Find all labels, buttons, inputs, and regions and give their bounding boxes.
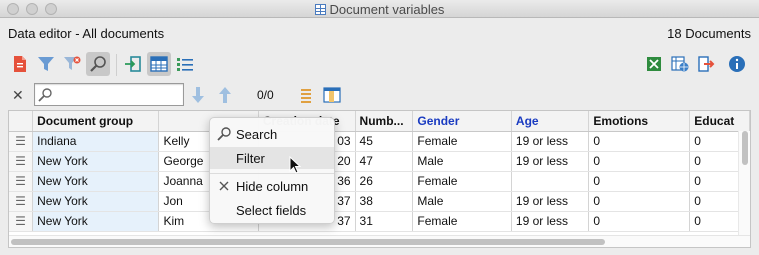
table-cell[interactable]: 0 [588,171,691,192]
table-cell[interactable]: Male [412,191,512,212]
page-title: Data editor - All documents [8,26,165,41]
window-titlebar: Document variables [0,0,759,18]
column-view-icon[interactable] [320,83,344,107]
mouse-cursor-icon [289,156,301,174]
column-header[interactable]: Age [511,111,590,132]
table-cell[interactable]: 0 [588,191,691,212]
export-icon[interactable] [694,52,718,76]
arrow-up-icon[interactable] [213,83,237,107]
table-cell[interactable]: 19 or less [511,151,590,172]
table-row[interactable]: ☰ New York Kim 37 31 Female 19 or less 0… [9,211,750,232]
window-title-text: Document variables [329,2,445,17]
menu-separator [210,173,334,174]
arrow-down-icon[interactable] [186,83,210,107]
table-cell[interactable]: 0 [588,131,691,152]
table-cell[interactable]: 19 or less [511,211,590,232]
column-header[interactable]: Numb... [355,111,414,132]
column-header[interactable]: Document group [32,111,160,132]
data-table: Document group Creation date Numb... Gen… [9,111,750,232]
table-cell[interactable]: 0 [588,151,691,172]
list-view-icon[interactable] [173,52,197,76]
table-cell[interactable]: 19 or less [511,191,590,212]
document-icon[interactable] [8,52,32,76]
table-cell[interactable]: 47 [355,151,414,172]
table-cell[interactable]: Indiana [32,131,160,152]
table-cell[interactable]: New York [32,211,160,232]
clear-filter-icon[interactable] [60,52,84,76]
search-icon[interactable] [86,52,110,76]
table-cell[interactable]: New York [32,191,160,212]
header: Data editor - All documents 18 Documents [8,24,751,42]
table-cell[interactable]: 45 [355,131,414,152]
column-header[interactable] [9,111,34,132]
drag-handle-icon[interactable]: ☰ [9,131,34,152]
table-row[interactable]: ☰ New York Joanna 36 26 Female 0 0 [9,171,750,192]
menu-item-label: Select fields [236,203,307,218]
search-input[interactable] [53,86,181,103]
import-icon[interactable] [121,52,145,76]
drag-handle-icon[interactable]: ☰ [9,211,34,232]
table-cell[interactable]: Female [412,211,512,232]
close-icon [219,181,229,191]
drag-handle-icon[interactable]: ☰ [9,171,34,192]
column-header[interactable]: Emotions [588,111,691,132]
data-grid: Document group Creation date Numb... Gen… [8,110,751,248]
search-bar: ✕ 0/0 [8,83,751,107]
menu-item-label: Search [236,127,278,142]
table-cell[interactable]: New York [32,151,160,172]
menu-item-search[interactable]: Search [210,123,334,145]
table-row[interactable]: ☰ Indiana Kelly 03 45 Female 19 or less … [9,131,750,152]
filter-icon[interactable] [34,52,58,76]
search-field[interactable] [34,83,184,106]
column-header[interactable]: Gender [412,111,512,132]
table-cell[interactable]: Female [412,171,512,192]
table-cell[interactable]: 19 or less [511,131,590,152]
toolbar [8,52,751,78]
window-title: Document variables [0,2,759,17]
table-row[interactable]: ☰ New York Jon 37 38 Male 19 or less 0 0 [9,191,750,212]
column-list-icon[interactable] [294,83,318,107]
table-cell[interactable]: New York [32,171,160,192]
search-icon [38,88,52,102]
drag-handle-icon[interactable]: ☰ [9,151,34,172]
horizontal-scrollbar[interactable] [9,235,750,247]
table-cell[interactable] [511,171,590,192]
menu-item-filter[interactable]: Filter [210,147,334,169]
html-export-icon[interactable] [668,52,692,76]
vertical-scrollbar[interactable] [738,131,750,235]
table-cell[interactable]: Male [412,151,512,172]
document-count: 18 Documents [667,26,751,41]
table-view-icon[interactable] [147,52,171,76]
table-cell[interactable]: 31 [355,211,414,232]
menu-item-label: Filter [236,151,265,166]
search-icon [217,127,231,141]
info-icon[interactable] [725,52,749,76]
table-row[interactable]: ☰ New York George 20 47 Male 19 or less … [9,151,750,172]
table-cell[interactable]: 38 [355,191,414,212]
table-cell[interactable]: 26 [355,171,414,192]
context-menu: Search Filter Hide column Select fields [209,117,335,224]
scrollbar-thumb[interactable] [11,239,605,245]
drag-handle-icon[interactable]: ☰ [9,191,34,212]
menu-item-label: Hide column [236,179,309,194]
menu-item-hide-column[interactable]: Hide column [210,175,334,197]
search-result-counter: 0/0 [257,88,274,102]
toolbar-separator [116,54,117,76]
close-icon[interactable]: ✕ [12,87,24,104]
table-icon [314,4,326,15]
menu-item-select-fields[interactable]: Select fields [210,199,334,221]
scrollbar-thumb[interactable] [742,131,748,165]
table-header-row: Document group Creation date Numb... Gen… [9,111,750,132]
excel-export-icon[interactable] [642,52,666,76]
table-cell[interactable]: Female [412,131,512,152]
column-header[interactable]: Educat [689,111,750,132]
table-cell[interactable]: 0 [588,211,691,232]
